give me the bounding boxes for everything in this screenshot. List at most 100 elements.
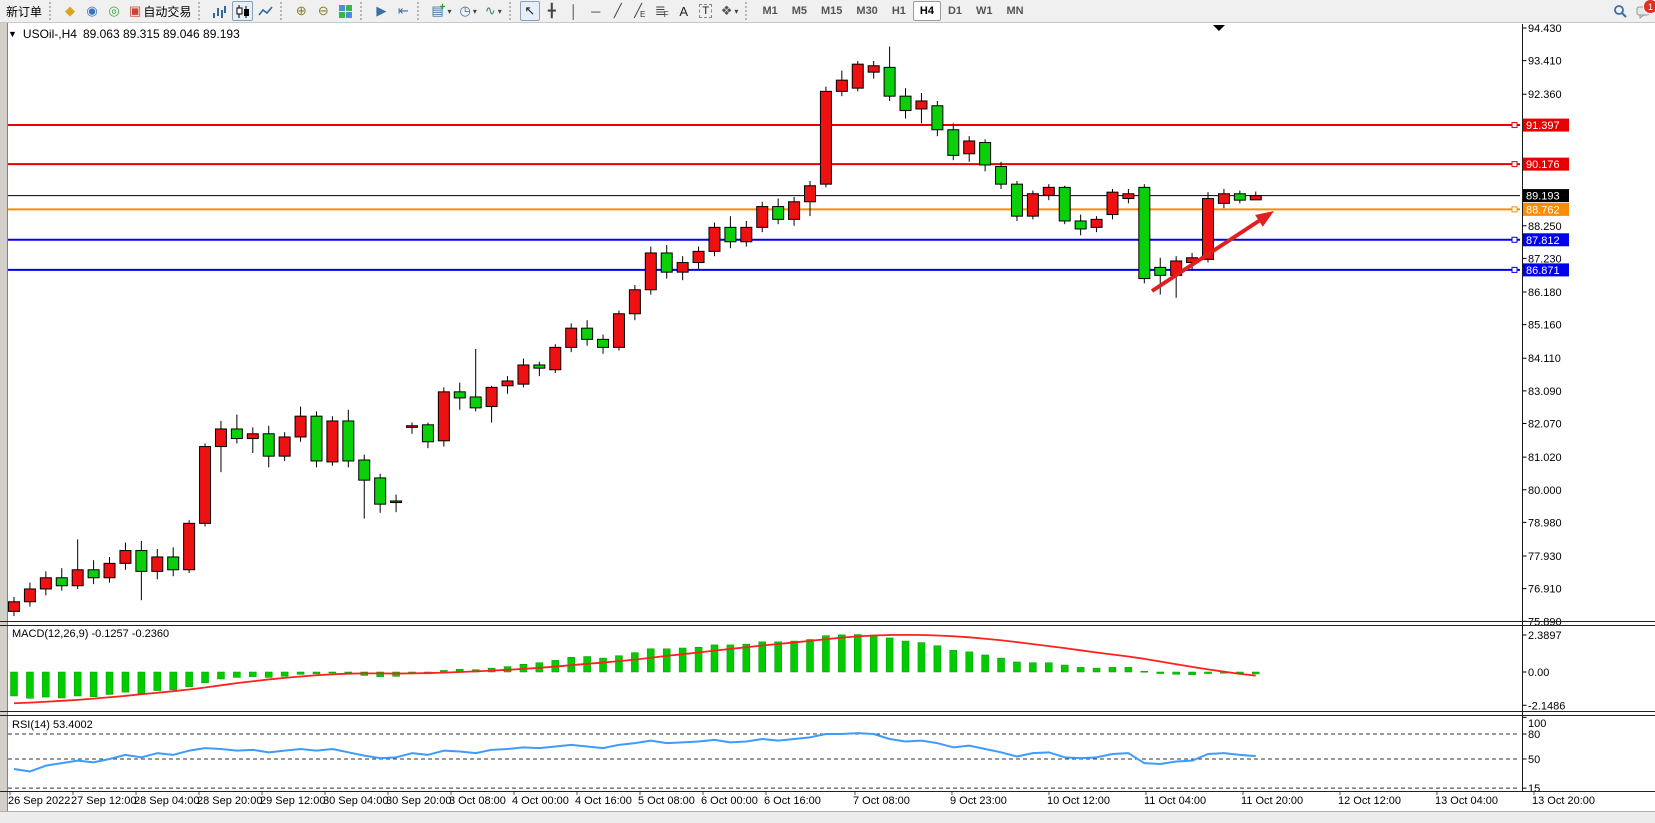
autotrading-button-label: 自动交易 bbox=[143, 3, 191, 20]
indicators-button[interactable]: ∿▾ bbox=[482, 1, 505, 21]
bear-candle bbox=[359, 460, 370, 480]
bullion-icon-button[interactable]: ◆ bbox=[60, 1, 80, 21]
new-order-button[interactable]: 新订单 bbox=[1, 1, 45, 21]
chart-canvas[interactable]: 94.43093.41092.36088.25087.23086.18085.1… bbox=[0, 22, 1655, 823]
time-axis[interactable]: 26 Sep 202227 Sep 12:0028 Sep 04:0028 Se… bbox=[8, 792, 1595, 807]
chart-shift-button[interactable]: ⇤ bbox=[393, 1, 413, 21]
new-chart-button[interactable]: ▤+▾ bbox=[428, 1, 454, 21]
signals-icon-button[interactable]: ◎ bbox=[104, 1, 124, 21]
chat-button[interactable]: 1 bbox=[1633, 1, 1654, 21]
bull-candle bbox=[120, 551, 131, 564]
macd-histogram-bar bbox=[966, 652, 973, 672]
macd-histogram-bar bbox=[838, 635, 845, 672]
bear-candle bbox=[343, 421, 354, 461]
level-handle[interactable] bbox=[1512, 207, 1517, 212]
vertical-line-button[interactable]: │ bbox=[564, 1, 584, 21]
bull-candle bbox=[9, 602, 20, 612]
gold-icon: ◆ bbox=[65, 3, 75, 19]
chevron-down-icon[interactable]: ▾ bbox=[447, 7, 451, 16]
candlestick-icon bbox=[235, 4, 250, 19]
macd-histogram-bar bbox=[1252, 672, 1259, 674]
bar-chart-button[interactable] bbox=[209, 1, 230, 21]
zoom-out-button[interactable]: ⊖ bbox=[313, 1, 333, 21]
price-tick-label: 82.070 bbox=[1528, 419, 1562, 431]
macd-histogram-bar bbox=[1173, 672, 1180, 674]
timeframe-m1-button[interactable]: M1 bbox=[755, 1, 784, 21]
macd-histogram-bar bbox=[1125, 667, 1132, 672]
bull-candle bbox=[805, 186, 816, 202]
time-tick-label: 10 Oct 12:00 bbox=[1047, 795, 1110, 807]
chart-collapse-icon[interactable]: ▼ bbox=[8, 29, 17, 39]
bull-candle bbox=[438, 392, 449, 441]
icon-sub-label: F bbox=[664, 10, 669, 19]
bear-candle bbox=[1234, 194, 1245, 200]
bull-candle bbox=[1091, 219, 1102, 227]
autotrading-button[interactable]: ▣自动交易 bbox=[126, 1, 194, 21]
chevron-down-icon[interactable]: ▾ bbox=[734, 7, 738, 16]
label-button[interactable]: T bbox=[696, 1, 716, 21]
level-handle[interactable] bbox=[1512, 237, 1517, 242]
macd-histogram-bar bbox=[886, 638, 893, 672]
time-tick-label: 13 Oct 20:00 bbox=[1532, 795, 1595, 807]
bear-candle bbox=[88, 570, 99, 578]
candlestick-chart-button[interactable] bbox=[232, 1, 253, 21]
timeframe-mn-button[interactable]: MN bbox=[1000, 1, 1031, 21]
price-tick-label: 85.160 bbox=[1528, 320, 1562, 332]
timeframe-d1-button[interactable]: D1 bbox=[941, 1, 969, 21]
timeframe-h4-button[interactable]: H4 bbox=[913, 1, 941, 21]
macd-histogram-bar bbox=[807, 639, 814, 672]
bear-candle bbox=[996, 167, 1007, 185]
macd-histogram-bar bbox=[202, 672, 209, 683]
autotrade-icon: ▣ bbox=[129, 3, 141, 19]
timeframe-m15-button[interactable]: M15 bbox=[814, 1, 849, 21]
chevron-down-icon[interactable]: ▾ bbox=[498, 7, 502, 16]
cursor-button[interactable]: ↖ bbox=[520, 1, 540, 21]
periods-button[interactable]: ◷▾ bbox=[456, 1, 479, 21]
time-tick-label: 28 Sep 20:00 bbox=[197, 795, 262, 807]
line-chart-icon bbox=[258, 4, 273, 19]
level-handle[interactable] bbox=[1512, 123, 1517, 128]
tile-windows-button[interactable] bbox=[335, 1, 356, 21]
fibonacci-button[interactable]: ≣F bbox=[652, 1, 672, 21]
shapes-icon: ❖ bbox=[721, 3, 733, 19]
chevron-down-icon[interactable]: ▾ bbox=[473, 7, 477, 16]
macd-histogram-bar bbox=[313, 672, 320, 674]
level-handle[interactable] bbox=[1512, 162, 1517, 167]
timeframe-w1-button[interactable]: W1 bbox=[969, 1, 1000, 21]
community-icon-button[interactable]: ◉ bbox=[82, 1, 102, 21]
timeframe-h1-button[interactable]: H1 bbox=[885, 1, 913, 21]
bull-candle bbox=[247, 434, 258, 439]
signal-icon: ◎ bbox=[108, 3, 119, 19]
channel-button[interactable]: ╱E bbox=[630, 1, 650, 21]
bear-candle bbox=[1075, 221, 1086, 229]
timeframe-m5-button[interactable]: M5 bbox=[785, 1, 814, 21]
macd-histogram-bar bbox=[631, 653, 638, 672]
timeframe-m30-button[interactable]: M30 bbox=[849, 1, 884, 21]
macd-histogram-bar bbox=[42, 672, 49, 697]
text-button[interactable]: A bbox=[674, 1, 694, 21]
bull-candle bbox=[677, 263, 688, 273]
time-tick-label: 7 Oct 08:00 bbox=[853, 795, 910, 807]
bull-candle bbox=[550, 347, 561, 369]
macd-histogram-bar bbox=[1077, 667, 1084, 672]
macd-histogram-bar bbox=[647, 649, 654, 672]
macd-histogram-bar bbox=[122, 672, 129, 692]
horizontal-line-button[interactable]: ─ bbox=[586, 1, 606, 21]
auto-scroll-button[interactable]: ▶ bbox=[371, 1, 391, 21]
bull-candle bbox=[502, 381, 513, 386]
time-tick-label: 6 Oct 00:00 bbox=[701, 795, 758, 807]
price-badge-label: 87.812 bbox=[1526, 235, 1560, 247]
macd-histogram-bar bbox=[138, 672, 145, 694]
trendline-button[interactable]: ╱ bbox=[608, 1, 628, 21]
time-tick-label: 11 Oct 20:00 bbox=[1241, 795, 1303, 807]
chart-title-bar[interactable]: ▼ USOil-,H4 89.063 89.315 89.046 89.193 bbox=[8, 27, 240, 41]
search-button[interactable] bbox=[1610, 1, 1631, 21]
level-handle[interactable] bbox=[1512, 267, 1517, 272]
shapes-button[interactable]: ❖▾ bbox=[718, 1, 742, 21]
macd-histogram-bar bbox=[870, 635, 877, 672]
zoom-in-button[interactable]: ⊕ bbox=[291, 1, 311, 21]
bull-candle bbox=[820, 91, 831, 184]
bull-candle bbox=[852, 64, 863, 88]
crosshair-button[interactable]: ╋ bbox=[542, 1, 562, 21]
line-chart-button[interactable] bbox=[255, 1, 276, 21]
